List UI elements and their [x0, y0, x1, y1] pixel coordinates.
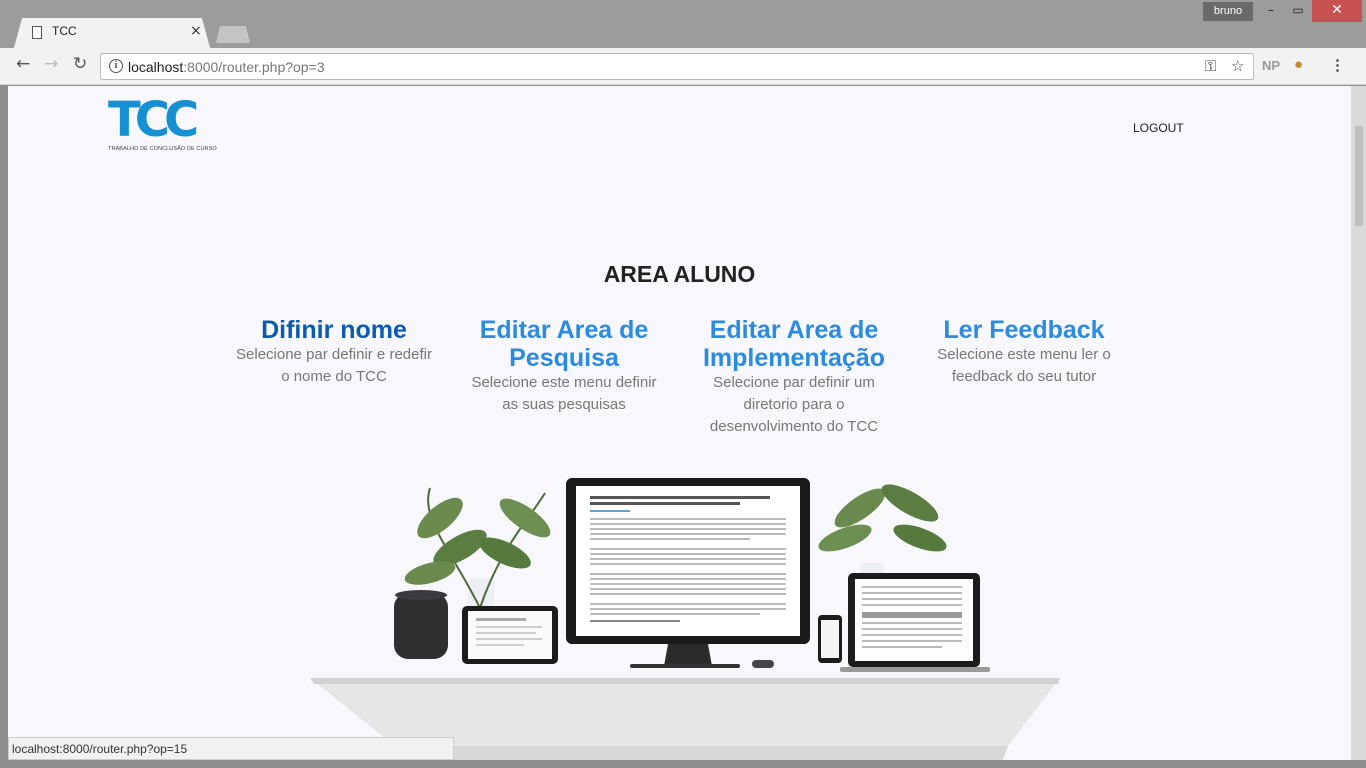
- card-editar-pesquisa[interactable]: Editar Area de Pesquisa Selecione este m…: [464, 316, 664, 416]
- laptop: [840, 573, 990, 672]
- desk-illustration: [310, 478, 1060, 768]
- maximize-button[interactable]: ▭: [1283, 0, 1313, 22]
- forward-icon[interactable]: →: [44, 54, 58, 74]
- card-title[interactable]: Difinir nome: [234, 316, 434, 344]
- star-icon[interactable]: ☆: [1231, 57, 1244, 75]
- browser-titlebar: TCC × bruno – ▭ ✕: [0, 0, 1366, 48]
- side-panel-edge: [1351, 86, 1366, 768]
- info-icon[interactable]: i: [109, 59, 123, 73]
- minimize-button[interactable]: –: [1256, 0, 1286, 22]
- logout-link[interactable]: LOGOUT: [1133, 121, 1184, 135]
- tablet: [462, 606, 558, 664]
- profile-badge[interactable]: bruno: [1203, 2, 1253, 21]
- np-extension-icon[interactable]: NP: [1262, 58, 1280, 73]
- page-viewport: TCC TRABALHO DE CONCLUSÃO DE CURSO LOGOU…: [8, 86, 1351, 768]
- menu-icon[interactable]: ⋮: [1330, 56, 1345, 74]
- tcc-logo[interactable]: TCC TRABALHO DE CONCLUSÃO DE CURSO: [108, 96, 242, 158]
- window-bottom-edge: [0, 760, 1366, 768]
- logo-subtitle: TRABALHO DE CONCLUSÃO DE CURSO: [108, 146, 217, 152]
- card-description: Selecione par definir e redefir o nome d…: [236, 346, 432, 385]
- status-bar: localhost:8000/router.php?op=15: [8, 737, 454, 760]
- browser-toolbar: ← → ↻ i localhost:8000/router.php?op=3 ⚿…: [0, 48, 1366, 85]
- page-icon: [32, 26, 42, 39]
- speaker: [394, 593, 448, 659]
- url-text[interactable]: localhost:8000/router.php?op=3: [128, 59, 325, 75]
- page-title: AREA ALUNO: [603, 261, 756, 287]
- cookie-icon[interactable]: ●: [1294, 56, 1303, 73]
- card-ler-feedback[interactable]: Ler Feedback Selecione este menu ler o f…: [924, 316, 1124, 388]
- tab-title: TCC: [52, 24, 77, 38]
- card-description: Selecione par definir um diretorio para …: [709, 374, 879, 435]
- phone: [818, 615, 842, 663]
- desktop-monitor: [566, 478, 810, 668]
- address-bar[interactable]: i localhost:8000/router.php?op=3 ⚿ ☆: [100, 53, 1254, 80]
- tab-close-icon[interactable]: ×: [190, 23, 202, 39]
- logo-text: TCC: [108, 92, 199, 148]
- card-title[interactable]: Editar Area de Implementação: [694, 316, 894, 372]
- new-tab-button[interactable]: [216, 26, 250, 43]
- url-host: localhost: [128, 59, 184, 75]
- card-editar-implementacao[interactable]: Editar Area de Implementação Selecione p…: [694, 316, 894, 438]
- back-icon[interactable]: ←: [16, 54, 30, 74]
- plant-right: [818, 484, 947, 587]
- card-title[interactable]: Ler Feedback: [924, 316, 1124, 344]
- reload-icon[interactable]: ↻: [73, 54, 87, 74]
- key-icon[interactable]: ⚿: [1205, 57, 1216, 75]
- url-path: :8000/router.php?op=3: [183, 59, 325, 75]
- card-difinir-nome[interactable]: Difinir nome Selecione par definir e red…: [234, 316, 434, 388]
- close-window-button[interactable]: ✕: [1312, 0, 1362, 22]
- card-description: Selecione este menu ler o feedback do se…: [937, 346, 1111, 385]
- card-description: Selecione este menu definir as suas pesq…: [471, 374, 657, 413]
- card-title[interactable]: Editar Area de Pesquisa: [464, 316, 664, 372]
- browser-tab[interactable]: TCC ×: [14, 18, 210, 48]
